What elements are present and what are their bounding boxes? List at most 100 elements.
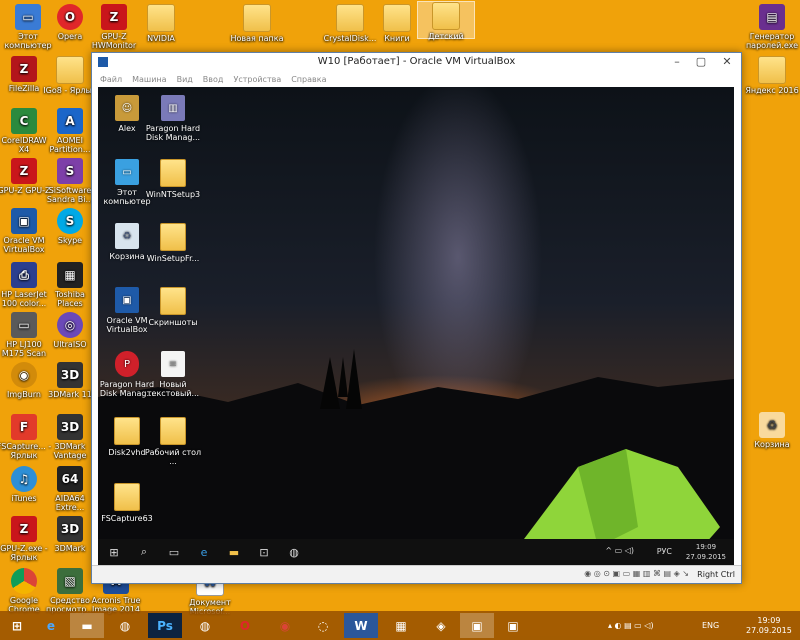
guest-icon-screenshots[interactable]: Скриншоты <box>144 287 202 327</box>
menu-help[interactable]: Справка <box>291 75 326 84</box>
host-taskbar: ⊞ e ▬ ◍ Ps ◍ O ◉ ◌ W ▦ ◈ ▣ ▣ ▴ ◐ ▤ ▭ ◁) … <box>0 611 800 640</box>
folder-icon <box>114 483 140 511</box>
desktop-icon-3dmark[interactable]: 3D 3DMark <box>42 516 98 553</box>
photoshop-icon[interactable]: Ps <box>148 613 182 638</box>
chrome-icon <box>11 568 37 594</box>
search-icon[interactable]: ⌕ <box>130 539 158 565</box>
file-explorer-icon[interactable]: ▬ <box>70 613 104 638</box>
desktop-icon-3dmark11[interactable]: 3D 3DMark 11 <box>42 362 98 399</box>
windows-start-icon[interactable]: ⊞ <box>100 539 128 565</box>
guest-icon-desktop-shortcut[interactable]: Рабочий стол ... <box>144 417 202 466</box>
store-icon[interactable]: ⊡ <box>250 539 278 565</box>
printer-icon: ⎙ <box>11 262 37 288</box>
desktop-icon-new-folder[interactable]: Новая папка <box>229 4 285 43</box>
desktop-icon-recycle-bin[interactable]: ♻ Корзина <box>744 412 800 449</box>
app-icon[interactable]: ◍ <box>280 539 308 565</box>
close-button[interactable]: ✕ <box>715 53 739 71</box>
windows-start-icon[interactable]: ⊞ <box>0 613 34 638</box>
virtualbox-icon: ▣ <box>11 208 37 234</box>
virtualbox-window[interactable]: W10 [Работает] - Oracle VM VirtualBox – … <box>91 52 742 584</box>
minimize-button[interactable]: – <box>665 53 689 71</box>
folder-icon <box>160 287 186 315</box>
desktop-icon-sisoftware[interactable]: S SiSoftware Sandra Bi... <box>42 158 98 204</box>
app-icon[interactable]: ◈ <box>424 613 458 638</box>
3dmark-icon: 3D <box>57 414 83 440</box>
guest-language[interactable]: РУС <box>657 547 672 556</box>
menu-file[interactable]: Файл <box>100 75 122 84</box>
desktop-icon-aomei[interactable]: A AOMEI Partition... <box>42 108 98 154</box>
desktop-icon-aida64[interactable]: 64 AIDA64 Extre... <box>42 466 98 512</box>
computer-icon: ▭ <box>115 159 139 185</box>
window-titlebar[interactable]: W10 [Работает] - Oracle VM VirtualBox – … <box>92 53 741 72</box>
window-title: W10 [Работает] - Oracle VM VirtualBox <box>317 56 516 67</box>
desktop-shortcut-icon <box>160 417 186 445</box>
word-icon[interactable]: W <box>344 613 378 638</box>
guest-icon-winsetupfr[interactable]: WinSetupFr... <box>144 223 202 263</box>
text-file-icon: ≡ <box>161 351 185 377</box>
folder-icon <box>432 2 460 30</box>
menu-devices[interactable]: Устройства <box>233 75 281 84</box>
coreldraw-icon: C <box>11 108 37 134</box>
guest-taskbar: ⊞ ⌕ ▭ e ▬ ⊡ ◍ ^ ▭ ◁) РУС 19:09 27.09.201… <box>98 539 734 565</box>
file-explorer-icon[interactable]: ▬ <box>220 539 248 565</box>
guest-icon-new-text[interactable]: ≡ Новый текстовый... <box>144 351 202 398</box>
folder-icon <box>160 159 186 187</box>
desktop-icon-toshiba[interactable]: ▦ Toshiba Places <box>42 262 98 308</box>
paragon-icon: P <box>115 351 139 377</box>
app-icon[interactable]: ◍ <box>108 613 142 638</box>
host-clock[interactable]: 19:09 27.09.2015 <box>746 611 792 640</box>
menu-view[interactable]: Вид <box>177 75 193 84</box>
user-folder-icon: ☺ <box>115 95 139 121</box>
toshiba-icon: ▦ <box>57 262 83 288</box>
folder-icon <box>243 4 271 32</box>
guest-icon-winntsetup3[interactable]: WinNTSetup3 <box>144 159 202 199</box>
desktop-icon-nvidia[interactable]: NVIDIA <box>133 4 189 43</box>
imgburn-icon: ◉ <box>11 362 37 388</box>
tray-icons[interactable]: ^ ▭ ◁) <box>605 546 634 555</box>
desktop-icon-igo8[interactable]: IGo8 - Ярлык <box>42 56 98 95</box>
folder-icon <box>56 56 84 84</box>
virtualbox-icon[interactable]: ▣ <box>496 613 530 638</box>
guest-screen[interactable]: ☺ Alex ▥ Paragon Hard Disk Manag... ▭ Эт… <box>98 87 734 565</box>
virtualbox-icon[interactable]: ▣ <box>460 613 494 638</box>
aomei-icon: A <box>57 108 83 134</box>
menu-machine[interactable]: Машина <box>132 75 166 84</box>
status-device-icons[interactable]: ◉ ◎ ⊙ ▣ ▭ ▦ ▥ ⌘ ▤ ◈ ↘ <box>584 569 689 578</box>
app-icon[interactable]: ◌ <box>306 613 340 638</box>
chrome-icon[interactable]: ◉ <box>268 613 302 638</box>
desktop-icon-books[interactable]: Книги <box>369 4 425 43</box>
folder-icon <box>383 4 411 32</box>
opera-icon[interactable]: O <box>228 613 262 638</box>
desktop-icon-yandex2016[interactable]: Яндекс 2016 <box>744 56 800 95</box>
edge-icon[interactable]: e <box>190 539 218 565</box>
desktop-icon-kids[interactable]: Детский <box>417 1 475 41</box>
desktop-icon-3dmark-vantage[interactable]: 3D 3DMark Vantage <box>42 414 98 460</box>
folder-icon <box>336 4 364 32</box>
task-view-icon[interactable]: ▭ <box>160 539 188 565</box>
guest-icon-fscapture63[interactable]: FSCapture63 <box>98 483 156 523</box>
guest-clock[interactable]: 19:09 27.09.2015 <box>686 542 726 562</box>
desktop-icon-ultraiso[interactable]: ◎ UltraISO <box>42 312 98 349</box>
host-language[interactable]: ENG <box>702 611 719 640</box>
ie-icon[interactable]: e <box>34 613 68 638</box>
menu-input[interactable]: Ввод <box>203 75 224 84</box>
filezilla-icon: Z <box>11 56 37 82</box>
vm-statusbar: ◉ ◎ ⊙ ▣ ▭ ▦ ▥ ⌘ ▤ ◈ ↘ Right Ctrl <box>92 565 741 583</box>
maximize-button[interactable]: ▢ <box>689 53 713 71</box>
skype-icon: S <box>57 208 83 234</box>
host-key-label: Right Ctrl <box>697 570 735 579</box>
3dmark-icon: 3D <box>57 516 83 542</box>
guest-icon-paragon-1[interactable]: ▥ Paragon Hard Disk Manag... <box>144 95 202 142</box>
app-icon[interactable]: ▦ <box>384 613 418 638</box>
gpu-z-icon: Z <box>11 158 37 184</box>
app-icon[interactable]: ◍ <box>188 613 222 638</box>
gpu-z-icon: Z <box>11 516 37 542</box>
desktop-icon-skype[interactable]: S Skype <box>42 208 98 245</box>
desktop-icon-password-generator[interactable]: ▤ Генератор паролей.exe <box>744 4 800 50</box>
recycle-bin-icon: ♻ <box>115 223 139 249</box>
itunes-icon: ♫ <box>11 466 37 492</box>
tray-icons[interactable]: ▴ ◐ ▤ ▭ ◁) <box>608 611 654 640</box>
gpu-z-icon: Z <box>101 4 127 30</box>
paragon-icon: ▥ <box>161 95 185 121</box>
folder-icon <box>114 417 140 445</box>
